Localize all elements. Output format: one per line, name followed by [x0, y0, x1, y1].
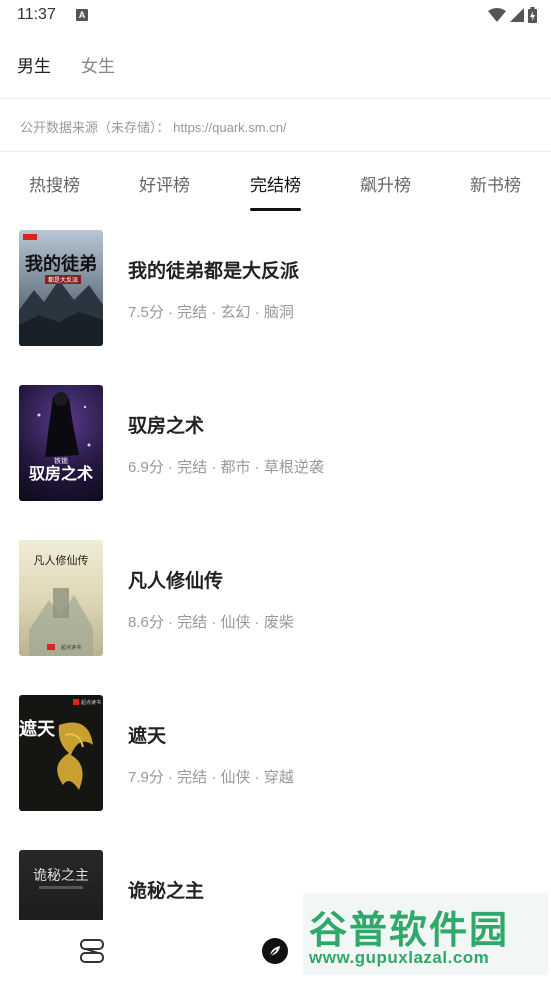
divider: [0, 98, 551, 99]
tab-male[interactable]: 男生: [17, 52, 51, 77]
cover-art: 驭房之术 铁锁: [29, 392, 93, 483]
book-meta: 7.9分 · 完结 · 仙侠 · 穿越: [128, 769, 294, 786]
cover-subtitle: 铁锁: [54, 456, 68, 465]
status-time: 11:37: [17, 6, 56, 23]
gender-tabs: 男生 女生: [0, 44, 551, 84]
book-title: 凡人修仙传: [128, 571, 224, 592]
cover-art: 我的徒弟 都是大反派: [19, 234, 103, 346]
cover-art: 诡秘之主: [33, 868, 89, 889]
compass-icon: [262, 938, 288, 964]
watermark: 谷普软件园 www.gupuxlazal.com: [303, 893, 548, 975]
cover-title: 凡人修仙传: [34, 553, 89, 567]
source-notice: 公开数据来源（未存储）： https://quark.sm.cn/: [20, 120, 287, 135]
book-title: 驭房之术: [128, 416, 205, 437]
tab-female[interactable]: 女生: [81, 52, 115, 77]
battery-icon: [528, 7, 537, 23]
tab-hot-search[interactable]: 热搜榜: [29, 171, 80, 196]
book-meta: 7.5分 · 完结 · 玄幻 · 脑洞: [128, 304, 294, 321]
cover-art: 遮天 起点读书: [19, 699, 101, 790]
tab-completed[interactable]: 完结榜: [250, 171, 301, 196]
cover-subtitle: 起点读书: [81, 699, 101, 706]
tab-rising[interactable]: 飙升榜: [360, 171, 411, 196]
watermark-title: 谷普软件园: [309, 910, 510, 952]
cover-subtitle: 起点读书: [61, 644, 81, 651]
book-meta: 6.9分 · 完结 · 都市 · 草根逆袭: [128, 459, 324, 476]
tab-indicator: [250, 208, 301, 211]
cover-title: 我的徒弟: [25, 253, 97, 275]
wifi-icon: [488, 8, 506, 22]
book-item[interactable]: 遮天 起点读书 遮天 7.9分 · 完结 · 仙侠 · 穿越: [0, 677, 551, 832]
cover-subtitle: 都是大反派: [48, 276, 78, 284]
book-title: 我的徒弟都是大反派: [128, 261, 300, 282]
bookshelf-icon: [80, 939, 104, 963]
cover-art: 凡人修仙传 起点读书: [29, 553, 93, 656]
status-icons: [488, 7, 537, 23]
watermark-url: www.gupuxlazal.com: [309, 948, 490, 967]
book-list: 我的徒弟 都是大反派 我的徒弟都是大反派 7.5分 · 完结 · 玄幻 · 脑洞…: [0, 212, 551, 920]
book-item[interactable]: 我的徒弟 都是大反派 我的徒弟都是大反派 7.5分 · 完结 · 玄幻 · 脑洞: [0, 212, 551, 367]
notification-icon: A: [76, 9, 88, 21]
book-cover: 诡秘之主: [19, 850, 103, 920]
book-item[interactable]: 驭房之术 铁锁 驭房之术 6.9分 · 完结 · 都市 · 草根逆袭: [0, 367, 551, 522]
rank-tabs: 热搜榜 好评榜 完结榜 飙升榜 新书榜: [0, 160, 551, 212]
nav-discover[interactable]: [258, 934, 292, 968]
tab-top-rated[interactable]: 好评榜: [139, 171, 190, 196]
book-title: 遮天: [128, 726, 167, 747]
signal-icon: [510, 8, 524, 22]
tab-new-books[interactable]: 新书榜: [470, 171, 521, 196]
divider: [0, 151, 551, 152]
nav-bookshelf[interactable]: [75, 934, 109, 968]
book-item[interactable]: 凡人修仙传 起点读书 凡人修仙传 8.6分 · 完结 · 仙侠 · 废柴: [0, 522, 551, 677]
status-bar: 11:37 A: [0, 0, 551, 30]
cover-title: 驭房之术: [29, 464, 93, 483]
book-cover: 凡人修仙传 起点读书: [19, 540, 103, 656]
book-cover: 我的徒弟 都是大反派: [19, 230, 103, 346]
book-cover: 驭房之术 铁锁: [19, 385, 103, 501]
book-title: 诡秘之主: [128, 881, 205, 902]
cover-title: 遮天: [19, 718, 56, 740]
book-cover: 遮天 起点读书: [19, 695, 103, 811]
book-meta: 8.6分 · 完结 · 仙侠 · 废柴: [128, 614, 294, 631]
cover-title: 诡秘之主: [33, 868, 89, 884]
